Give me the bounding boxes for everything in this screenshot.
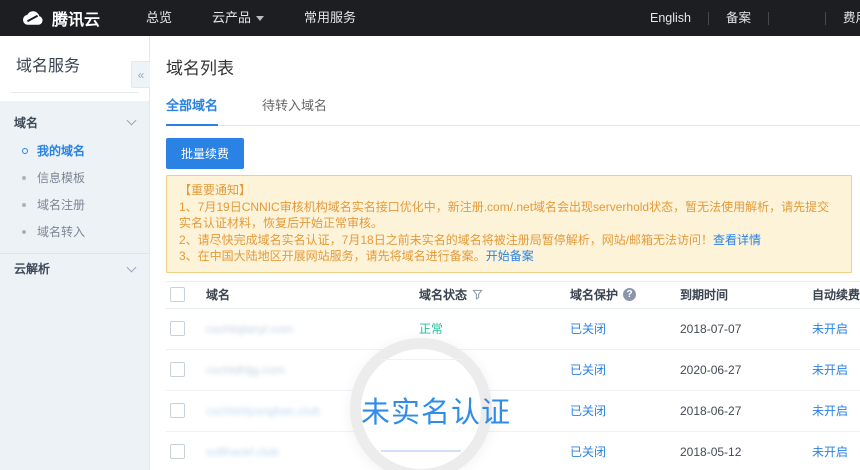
- row-checkbox[interactable]: [170, 444, 185, 459]
- status-badge: 正常: [419, 322, 443, 336]
- filter-icon[interactable]: [472, 289, 483, 300]
- protection-link[interactable]: 已关闭: [570, 404, 606, 418]
- sidebar-title: 域名服务: [0, 36, 149, 92]
- tab-pending-transfer[interactable]: 待转入域名: [262, 95, 327, 125]
- auto-renew-link[interactable]: 未开启: [812, 404, 848, 418]
- page-title: 域名列表: [166, 54, 860, 79]
- expiry-date: 2018-05-12: [680, 445, 741, 459]
- sidebar-item-domain-transfer[interactable]: 域名转入: [0, 218, 149, 245]
- domain-name[interactable]: cschlshlyongban.club: [206, 404, 320, 418]
- batch-renew-button[interactable]: 批量续费: [166, 138, 244, 169]
- notice-title: 【重要通知】: [179, 182, 839, 199]
- sidebar-section-dns[interactable]: 云解析: [0, 253, 149, 283]
- chevron-down-icon: [127, 262, 137, 272]
- col-protection: 域名保护 ?: [570, 286, 680, 303]
- row-checkbox[interactable]: [170, 403, 185, 418]
- nav-language[interactable]: English: [633, 0, 708, 36]
- sidebar: 域名服务 « 域名 我的域名 信息模板 域名注册 域名转入: [0, 36, 150, 470]
- nav-overview[interactable]: 总览: [126, 0, 192, 36]
- collapse-icon: «: [138, 68, 145, 82]
- nav-account-area[interactable]: [769, 0, 825, 36]
- chevron-down-icon: [256, 16, 264, 21]
- row-checkbox[interactable]: [170, 321, 185, 336]
- bullet-icon: [22, 176, 26, 180]
- sidebar-item-info-template[interactable]: 信息模板: [0, 164, 149, 191]
- brand-name: 腾讯云: [52, 6, 100, 30]
- table-header-row: 域名 域名状态 域名保护 ? 到期时间 自动续费: [166, 281, 860, 309]
- col-status: 域名状态: [419, 286, 570, 303]
- chevron-down-icon: [127, 116, 137, 126]
- col-expiry: 到期时间: [680, 286, 812, 303]
- sidebar-collapse-button[interactable]: «: [131, 61, 150, 88]
- bullet-icon: [22, 230, 26, 234]
- nav-products[interactable]: 云产品: [192, 0, 284, 36]
- auto-renew-link[interactable]: 未开启: [812, 445, 848, 459]
- protection-link[interactable]: 已关闭: [570, 445, 606, 459]
- help-icon[interactable]: ?: [623, 288, 636, 301]
- sidebar-menu: 域名 我的域名 信息模板 域名注册 域名转入 云解析: [0, 101, 149, 470]
- magnifier-overlay: 未实名认证: [350, 338, 492, 470]
- col-domain: 域名: [206, 286, 419, 303]
- expiry-date: 2018-06-27: [680, 404, 741, 418]
- brand-logo[interactable]: 腾讯云: [0, 6, 126, 30]
- auto-renew-link[interactable]: 未开启: [812, 322, 848, 336]
- bullet-icon: [22, 203, 26, 207]
- notice-line-1: 1、7月19日CNNIC审核机构域名实名接口优化中，新注册.com/.net域名…: [179, 199, 839, 232]
- sidebar-divider: [10, 92, 139, 93]
- notice-banner: 【重要通知】 1、7月19日CNNIC审核机构域名实名接口优化中，新注册.com…: [166, 175, 852, 273]
- select-all-checkbox[interactable]: [170, 287, 185, 302]
- view-details-link[interactable]: 查看详情: [713, 233, 761, 247]
- start-beian-link[interactable]: 开始备案: [486, 249, 534, 263]
- notice-line-2: 2、请尽快完成域名实名认证，7月18日之前未实名的域名将被注册局暂停解析，网站/…: [179, 232, 839, 249]
- domain-name[interactable]: soflhackf.club: [206, 445, 279, 459]
- expiry-date: 2018-07-07: [680, 322, 741, 336]
- cloud-logo-icon: [20, 9, 45, 28]
- col-auto-renew: 自动续费: [812, 286, 860, 303]
- auto-renew-link[interactable]: 未开启: [812, 363, 848, 377]
- main-content: 域名列表 全部域名 待转入域名 批量续费 【重要通知】 1、7月19日CNNIC…: [150, 36, 860, 470]
- notice-line-3: 3、在中国大陆地区开展网站服务，请先将域名进行备案。开始备案: [179, 248, 839, 265]
- expiry-date: 2020-06-27: [680, 363, 741, 377]
- top-navbar: 腾讯云 总览 云产品 常用服务 English 备案 费用: [0, 0, 860, 36]
- nav-beian[interactable]: 备案: [709, 0, 768, 36]
- table-row: cschliqlanyl.com 正常 已关闭 2018-07-07 未开启: [166, 309, 860, 350]
- bullet-icon: [22, 148, 28, 154]
- tab-bar: 全部域名 待转入域名: [166, 95, 860, 126]
- tab-all-domains[interactable]: 全部域名: [166, 95, 218, 125]
- protection-link[interactable]: 已关闭: [570, 322, 606, 336]
- magnified-status-text: 未实名认证: [361, 389, 481, 431]
- protection-link[interactable]: 已关闭: [570, 363, 606, 377]
- magnified-underline: [381, 450, 460, 452]
- sidebar-item-my-domains[interactable]: 我的域名: [0, 137, 149, 164]
- nav-common-services[interactable]: 常用服务: [284, 0, 376, 36]
- table-row: soflhackf.club 已关闭 2018-05-12 未开启: [166, 432, 860, 470]
- row-checkbox[interactable]: [170, 362, 185, 377]
- sidebar-item-domain-register[interactable]: 域名注册: [0, 191, 149, 218]
- topnav-right: English 备案 费用: [633, 0, 860, 36]
- table-row: cschldhljg.com 正常 已关闭 2020-06-27 未开启: [166, 350, 860, 391]
- sidebar-section-domain[interactable]: 域名: [0, 107, 149, 137]
- nav-billing[interactable]: 费用: [826, 0, 860, 36]
- domain-table: 域名 域名状态 域名保护 ? 到期时间 自动续费: [166, 281, 860, 470]
- table-row: cschlshlyongban.club 已关闭 2018-06-27 未开启: [166, 391, 860, 432]
- domain-name[interactable]: cschldhljg.com: [206, 363, 285, 377]
- magnified-row-separator: [380, 359, 462, 360]
- domain-name[interactable]: cschliqlanyl.com: [206, 322, 293, 336]
